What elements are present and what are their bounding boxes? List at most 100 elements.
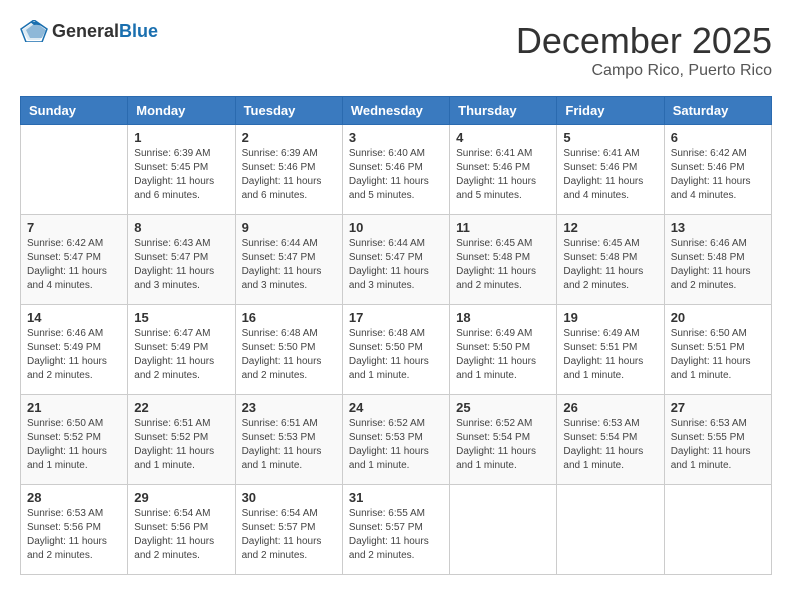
day-number: 19 — [563, 310, 657, 325]
calendar-cell: 16 Sunrise: 6:48 AM Sunset: 5:50 PM Dayli… — [235, 305, 342, 395]
day-number: 1 — [134, 130, 228, 145]
day-info: Sunrise: 6:39 AM Sunset: 5:46 PM Dayligh… — [242, 147, 336, 203]
weekday-header-monday: Monday — [128, 97, 235, 125]
calendar-cell: 14 Sunrise: 6:46 AM Sunset: 5:49 PM Dayli… — [21, 305, 128, 395]
calendar-cell: 15Sunrise: 6:47 AM Sunset: 5:49 PM Dayli… — [128, 305, 235, 395]
day-info: Sunrise: 6:50 AM Sunset: 5:51 PM Dayligh… — [671, 327, 765, 383]
calendar-cell: 19 Sunrise: 6:49 AM Sunset: 5:51 PM Dayli… — [557, 305, 664, 395]
calendar-cell: 27 Sunrise: 6:53 AM Sunset: 5:55 PM Dayli… — [664, 395, 771, 485]
day-info: Sunrise: 6:40 AM Sunset: 5:46 PM Dayligh… — [349, 147, 443, 203]
calendar-cell: 24Sunrise: 6:52 AM Sunset: 5:53 PM Dayli… — [342, 395, 449, 485]
day-info: Sunrise: 6:53 AM Sunset: 5:55 PM Dayligh… — [671, 417, 765, 473]
day-number: 29 — [134, 490, 228, 505]
day-info: Sunrise: 6:51 AM Sunset: 5:52 PM Dayligh… — [134, 417, 228, 473]
logo-text: General Blue — [52, 21, 158, 42]
calendar-cell: 20 Sunrise: 6:50 AM Sunset: 5:51 PM Dayli… — [664, 305, 771, 395]
calendar-cell: 25 Sunrise: 6:52 AM Sunset: 5:54 PM Dayli… — [450, 395, 557, 485]
calendar-cell: 13 Sunrise: 6:46 AM Sunset: 5:48 PM Dayli… — [664, 215, 771, 305]
calendar-cell: 26Sunrise: 6:53 AM Sunset: 5:54 PM Dayli… — [557, 395, 664, 485]
day-info: Sunrise: 6:45 AM Sunset: 5:48 PM Dayligh… — [563, 237, 657, 293]
day-number: 16 — [242, 310, 336, 325]
calendar-cell: 3Sunrise: 6:40 AM Sunset: 5:46 PM Daylig… — [342, 125, 449, 215]
day-info: Sunrise: 6:43 AM Sunset: 5:47 PM Dayligh… — [134, 237, 228, 293]
day-number: 20 — [671, 310, 765, 325]
logo-icon — [20, 20, 48, 42]
day-number: 12 — [563, 220, 657, 235]
calendar-cell — [664, 485, 771, 575]
weekday-header-wednesday: Wednesday — [342, 97, 449, 125]
day-number: 2 — [242, 130, 336, 145]
page-header: General Blue December 2025 Campo Rico, P… — [20, 20, 772, 80]
day-info: Sunrise: 6:48 AM Sunset: 5:50 PM Dayligh… — [349, 327, 443, 383]
day-info: Sunrise: 6:46 AM Sunset: 5:49 PM Dayligh… — [27, 327, 121, 383]
day-info: Sunrise: 6:50 AM Sunset: 5:52 PM Dayligh… — [27, 417, 121, 473]
calendar-cell: 23 Sunrise: 6:51 AM Sunset: 5:53 PM Dayli… — [235, 395, 342, 485]
day-number: 23 — [242, 400, 336, 415]
day-info: Sunrise: 6:48 AM Sunset: 5:50 PM Dayligh… — [242, 327, 336, 383]
day-info: Sunrise: 6:49 AM Sunset: 5:50 PM Dayligh… — [456, 327, 550, 383]
day-number: 21 — [27, 400, 121, 415]
calendar-week-row: 28Sunrise: 6:53 AM Sunset: 5:56 PM Dayli… — [21, 485, 772, 575]
day-number: 6 — [671, 130, 765, 145]
day-number: 27 — [671, 400, 765, 415]
calendar-cell: 1 Sunrise: 6:39 AM Sunset: 5:45 PM Daylig… — [128, 125, 235, 215]
title-block: December 2025 Campo Rico, Puerto Rico — [516, 20, 772, 80]
day-number: 18 — [456, 310, 550, 325]
calendar-cell: 2 Sunrise: 6:39 AM Sunset: 5:46 PM Daylig… — [235, 125, 342, 215]
calendar-cell: 7 Sunrise: 6:42 AM Sunset: 5:47 PM Daylig… — [21, 215, 128, 305]
calendar-cell: 28Sunrise: 6:53 AM Sunset: 5:56 PM Dayli… — [21, 485, 128, 575]
day-info: Sunrise: 6:42 AM Sunset: 5:47 PM Dayligh… — [27, 237, 121, 293]
calendar-cell: 31 Sunrise: 6:55 AM Sunset: 5:57 PM Dayli… — [342, 485, 449, 575]
day-number: 15 — [134, 310, 228, 325]
calendar-cell — [557, 485, 664, 575]
day-info: Sunrise: 6:44 AM Sunset: 5:47 PM Dayligh… — [242, 237, 336, 293]
day-info: Sunrise: 6:54 AM Sunset: 5:57 PM Dayligh… — [242, 507, 336, 563]
day-info: Sunrise: 6:41 AM Sunset: 5:46 PM Dayligh… — [563, 147, 657, 203]
calendar-cell: 29 Sunrise: 6:54 AM Sunset: 5:56 PM Dayli… — [128, 485, 235, 575]
day-number: 31 — [349, 490, 443, 505]
day-number: 30 — [242, 490, 336, 505]
day-info: Sunrise: 6:54 AM Sunset: 5:56 PM Dayligh… — [134, 507, 228, 563]
calendar-week-row: 7 Sunrise: 6:42 AM Sunset: 5:47 PM Daylig… — [21, 215, 772, 305]
day-number: 5 — [563, 130, 657, 145]
day-number: 22 — [134, 400, 228, 415]
day-number: 8 — [134, 220, 228, 235]
day-number: 4 — [456, 130, 550, 145]
calendar-cell: 21 Sunrise: 6:50 AM Sunset: 5:52 PM Dayli… — [21, 395, 128, 485]
day-number: 9 — [242, 220, 336, 235]
day-number: 25 — [456, 400, 550, 415]
location-title: Campo Rico, Puerto Rico — [516, 62, 772, 80]
logo-general: General — [52, 21, 119, 42]
weekday-header-sunday: Sunday — [21, 97, 128, 125]
calendar-cell: 10 Sunrise: 6:44 AM Sunset: 5:47 PM Dayli… — [342, 215, 449, 305]
day-info: Sunrise: 6:49 AM Sunset: 5:51 PM Dayligh… — [563, 327, 657, 383]
logo-blue: Blue — [119, 21, 158, 42]
day-info: Sunrise: 6:52 AM Sunset: 5:54 PM Dayligh… — [456, 417, 550, 473]
day-info: Sunrise: 6:44 AM Sunset: 5:47 PM Dayligh… — [349, 237, 443, 293]
day-info: Sunrise: 6:55 AM Sunset: 5:57 PM Dayligh… — [349, 507, 443, 563]
day-number: 7 — [27, 220, 121, 235]
calendar-table: SundayMondayTuesdayWednesdayThursdayFrid… — [20, 96, 772, 575]
calendar-cell: 4 Sunrise: 6:41 AM Sunset: 5:46 PM Daylig… — [450, 125, 557, 215]
day-number: 10 — [349, 220, 443, 235]
day-number: 14 — [27, 310, 121, 325]
day-info: Sunrise: 6:46 AM Sunset: 5:48 PM Dayligh… — [671, 237, 765, 293]
day-number: 13 — [671, 220, 765, 235]
day-info: Sunrise: 6:45 AM Sunset: 5:48 PM Dayligh… — [456, 237, 550, 293]
day-info: Sunrise: 6:52 AM Sunset: 5:53 PM Dayligh… — [349, 417, 443, 473]
day-info: Sunrise: 6:39 AM Sunset: 5:45 PM Dayligh… — [134, 147, 228, 203]
calendar-cell — [450, 485, 557, 575]
day-info: Sunrise: 6:51 AM Sunset: 5:53 PM Dayligh… — [242, 417, 336, 473]
logo: General Blue — [20, 20, 158, 42]
day-info: Sunrise: 6:42 AM Sunset: 5:46 PM Dayligh… — [671, 147, 765, 203]
weekday-header-friday: Friday — [557, 97, 664, 125]
day-number: 28 — [27, 490, 121, 505]
weekday-header-tuesday: Tuesday — [235, 97, 342, 125]
calendar-cell: 30 Sunrise: 6:54 AM Sunset: 5:57 PM Dayli… — [235, 485, 342, 575]
day-info: Sunrise: 6:41 AM Sunset: 5:46 PM Dayligh… — [456, 147, 550, 203]
day-number: 11 — [456, 220, 550, 235]
calendar-cell: 8 Sunrise: 6:43 AM Sunset: 5:47 PM Daylig… — [128, 215, 235, 305]
calendar-cell: 6 Sunrise: 6:42 AM Sunset: 5:46 PM Daylig… — [664, 125, 771, 215]
weekday-header-row: SundayMondayTuesdayWednesdayThursdayFrid… — [21, 97, 772, 125]
calendar-cell: 17Sunrise: 6:48 AM Sunset: 5:50 PM Dayli… — [342, 305, 449, 395]
